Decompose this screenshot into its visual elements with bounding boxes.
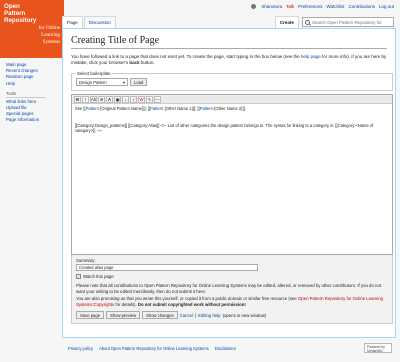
text-pattern-link: Pattern <box>85 106 99 111</box>
text-pattern-link: Pattern <box>199 106 213 111</box>
powered-by-mediawiki-badge[interactable]: Powered by MediaWiki <box>364 343 392 353</box>
logo-line: Pattern <box>4 10 26 17</box>
search-icon[interactable] <box>305 19 310 25</box>
boilerplate-select[interactable]: Design Pattern ▾ <box>76 78 128 86</box>
math-icon[interactable]: √ <box>130 95 137 103</box>
about-link[interactable]: About Open Pattern Repository for Online… <box>99 346 209 351</box>
logo-line: for Online <box>38 25 60 31</box>
personal-tools: Shanotora Talk Preferences Watchlist Con… <box>251 4 394 9</box>
logo-line: Open <box>4 3 20 10</box>
namespace-tabs: Page Discussion <box>62 16 117 28</box>
boilerplate-legend: Select boilerplate <box>77 71 111 76</box>
media-icon[interactable]: ♪ <box>122 95 129 103</box>
logo-line: Learning <box>41 32 60 38</box>
privacy-link[interactable]: Privacy policy <box>68 346 93 351</box>
user-link[interactable]: Shanotora <box>261 4 282 9</box>
sidebar: Main page Recent changes Random page Hel… <box>6 62 58 124</box>
talk-link[interactable]: Talk <box>286 4 294 9</box>
tab-page[interactable]: Page <box>62 16 83 28</box>
logo-line: Systems <box>42 39 60 45</box>
editing-help-link[interactable]: Editing help <box>198 313 220 318</box>
notice-part: for details). <box>115 302 137 307</box>
wiki-editor: B I Ab ⊕ A ▣ ♪ √ W ✎ — See [[Pattern:{Or… <box>71 94 393 255</box>
intro-part: button. <box>140 60 155 65</box>
logout-link[interactable]: Log out <box>379 4 394 9</box>
chevron-down-icon: ▾ <box>122 80 125 85</box>
edit-textarea[interactable]: See [[Pattern:{Original Pattern Name}]];… <box>72 104 392 254</box>
site-logo[interactable]: Open Pattern Repository for Online Learn… <box>0 0 64 58</box>
sidebar-tools-heading: Tools <box>6 91 46 98</box>
watch-label: Watch this page <box>83 274 114 279</box>
separator: | <box>194 312 197 318</box>
content-area: Creating Title of Page You have followed… <box>62 28 396 338</box>
headline-icon[interactable]: A <box>106 95 113 103</box>
intro-part: You have followed a link to a page that … <box>71 54 300 59</box>
watchlist-link[interactable]: Watchlist <box>326 4 344 9</box>
notice-bold: Do not submit copyrighted work without p… <box>137 302 246 307</box>
page-title: Creating Title of Page <box>71 35 387 49</box>
horizontal-line-icon[interactable]: — <box>154 95 161 103</box>
tab-discussion[interactable]: Discussion <box>83 16 116 28</box>
new-window-note: (opens in new window) <box>222 312 267 318</box>
nowiki-icon[interactable]: W <box>138 95 145 103</box>
cancel-link[interactable]: Cancel <box>180 313 193 318</box>
image-icon[interactable]: ▣ <box>114 95 121 103</box>
sidebar-item-help[interactable]: Help <box>6 81 58 87</box>
footer: Privacy policy About Open Pattern Reposi… <box>68 346 236 351</box>
external-link-icon[interactable]: ⊕ <box>98 95 105 103</box>
bold-icon[interactable]: B <box>74 95 81 103</box>
boilerplate-selected: Design Pattern <box>79 80 107 85</box>
user-icon <box>251 4 257 9</box>
show-changes-button[interactable]: Show changes <box>142 311 178 319</box>
load-button[interactable]: Load <box>130 78 148 86</box>
italic-icon[interactable]: I <box>82 95 89 103</box>
disclaimers-link[interactable]: Disclaimers <box>215 346 236 351</box>
tab-create[interactable]: Create <box>274 16 299 28</box>
signature-icon[interactable]: ✎ <box>146 95 153 103</box>
text-categories: [[Category:Design_patterns]] [[Category:… <box>75 122 375 134</box>
preview-button[interactable]: Show preview <box>106 311 141 319</box>
text-part: :{Original Pattern Name}]]; [[ <box>98 106 151 111</box>
watch-checkbox[interactable]: ✓ <box>76 274 81 279</box>
text-pattern-link: Pattern <box>150 106 164 111</box>
save-button[interactable]: Save page <box>76 311 105 319</box>
intro-text: You have followed a link to a page that … <box>71 54 387 66</box>
help-page-link[interactable]: help page <box>301 54 321 59</box>
view-tabs: Create <box>274 16 300 28</box>
summary-input[interactable]: Created alias page <box>76 264 258 271</box>
tab-discussion-link[interactable]: Discussion <box>89 20 111 25</box>
sidebar-item-page-information[interactable]: Page information <box>6 117 58 123</box>
edit-options: Summary: Created alias page ✓ Watch this… <box>71 255 393 324</box>
text-part: :{Other Name 2}]]. <box>212 106 246 111</box>
boilerplate-fieldset: Select boilerplate Design Pattern ▾ Load <box>71 71 393 91</box>
back-text: back <box>129 60 140 65</box>
internal-link-icon[interactable]: Ab <box>90 95 97 103</box>
editor-toolbar: B I Ab ⊕ A ▣ ♪ √ W ✎ — <box>72 95 392 104</box>
preferences-link[interactable]: Preferences <box>298 4 322 9</box>
search-box[interactable] <box>302 17 394 27</box>
logo-line: Repository <box>4 17 37 24</box>
contributions-link[interactable]: Contributions <box>348 4 375 9</box>
search-input[interactable] <box>312 19 392 25</box>
text-part: See [[ <box>75 106 86 111</box>
notice-part: You are also promising us that you wrote… <box>76 296 297 301</box>
text-part: :{Other Name 1}]]; [[ <box>163 106 200 111</box>
copyright-notice: You are also promising us that you wrote… <box>76 296 388 308</box>
contribution-notice: Please note that all contributions to Op… <box>76 283 382 294</box>
